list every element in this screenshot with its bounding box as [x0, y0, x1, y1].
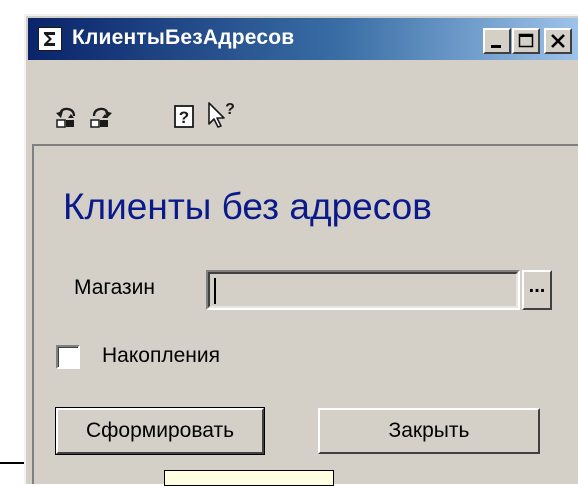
- toolbar: ? ?: [28, 62, 578, 146]
- build-button-label: Сформировать: [85, 419, 235, 442]
- shop-input[interactable]: [206, 270, 520, 310]
- shop-select-button[interactable]: ...: [522, 270, 552, 310]
- form-heading: Клиенты без адресов: [63, 186, 432, 227]
- form-area: Клиенты без адресов Магазин ... Накоплен…: [32, 144, 578, 484]
- accumulations-label: Накопления: [102, 344, 220, 367]
- svg-text:?: ?: [179, 108, 189, 127]
- title-bar[interactable]: КлиентыБезАдресов: [28, 18, 578, 60]
- redo-button[interactable]: [88, 104, 114, 130]
- undo-icon: [56, 107, 76, 128]
- maximize-icon: [518, 33, 534, 48]
- undo-button[interactable]: [54, 104, 80, 130]
- svg-text:?: ?: [225, 101, 235, 118]
- shop-label: Магазин: [74, 276, 156, 299]
- close-icon: [551, 34, 565, 48]
- shop-input-frame: [208, 272, 518, 308]
- close-button[interactable]: [544, 28, 572, 54]
- minimize-icon: [491, 45, 501, 48]
- whats-this-icon: ?: [208, 101, 235, 128]
- redo-icon: [90, 107, 112, 128]
- maximize-button[interactable]: [512, 28, 540, 54]
- text-caret: [214, 278, 216, 304]
- tooltip: [164, 470, 334, 486]
- help-button[interactable]: ?: [172, 104, 198, 130]
- app-icon: [38, 27, 62, 51]
- whats-this-button[interactable]: ?: [206, 100, 240, 130]
- dialog-window: КлиентыБезАдресов ? ? Клиенты без адресо…: [24, 14, 578, 484]
- minimize-button[interactable]: [483, 28, 511, 54]
- close-form-button-label: Закрыть: [388, 419, 470, 442]
- build-button[interactable]: Сформировать: [55, 407, 265, 455]
- help-icon: ?: [174, 105, 194, 128]
- accumulations-checkbox[interactable]: [56, 345, 80, 369]
- close-form-button[interactable]: Закрыть: [318, 408, 540, 454]
- window-title: КлиентыБезАдресов: [72, 26, 295, 49]
